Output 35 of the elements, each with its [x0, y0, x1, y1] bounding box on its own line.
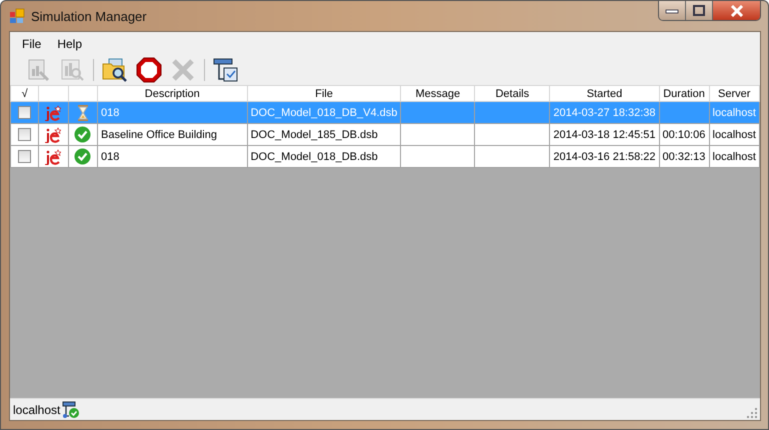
energy-e-icon	[45, 126, 62, 142]
column-header[interactable]: File	[315, 88, 333, 100]
server-status-label: localhost	[13, 402, 60, 416]
menu-item[interactable]: File	[14, 36, 50, 50]
maximize-button[interactable]	[686, 1, 713, 20]
resize-grip-icon[interactable]	[747, 408, 757, 418]
table-cell: localhost	[712, 106, 756, 118]
close-icon	[730, 4, 744, 16]
table-cell: DOC_Model_018_DB_V4.dsb	[250, 106, 398, 118]
table-cell: 2014-03-27 18:32:38	[553, 106, 656, 118]
table-cell: 2014-03-16 21:58:22	[553, 150, 656, 162]
checkbox[interactable]	[18, 128, 32, 141]
server-connected-icon	[62, 400, 80, 418]
table-cell: localhost	[712, 150, 756, 162]
maximize-icon	[692, 4, 706, 16]
table-cell: 018	[100, 150, 120, 162]
table-cell: localhost	[712, 128, 756, 140]
close-button[interactable]	[713, 1, 760, 20]
table-cell: 00:10:06	[662, 128, 706, 140]
window-title: Simulation Manager	[31, 8, 147, 24]
app-icon	[9, 8, 25, 24]
table-cell: DOC_Model_185_DB.dsb	[250, 128, 378, 140]
table-cell: DOC_Model_018_DB.dsb	[250, 150, 378, 162]
table-cell: 2014-03-18 12:45:51	[553, 128, 656, 140]
table-cell: 00:32:13	[662, 150, 706, 162]
column-header[interactable]: √	[22, 88, 28, 100]
checkbox[interactable]	[18, 150, 32, 163]
checkbox[interactable]	[18, 106, 32, 119]
energy-e-icon	[45, 148, 62, 164]
menu-item[interactable]: Help	[49, 36, 90, 50]
table-cell: 018	[100, 106, 120, 118]
table-cell: Baseline Office Building	[100, 128, 217, 140]
minimize-icon	[665, 8, 679, 14]
energy-e-icon	[45, 104, 62, 120]
minimize-button[interactable]	[659, 1, 686, 20]
